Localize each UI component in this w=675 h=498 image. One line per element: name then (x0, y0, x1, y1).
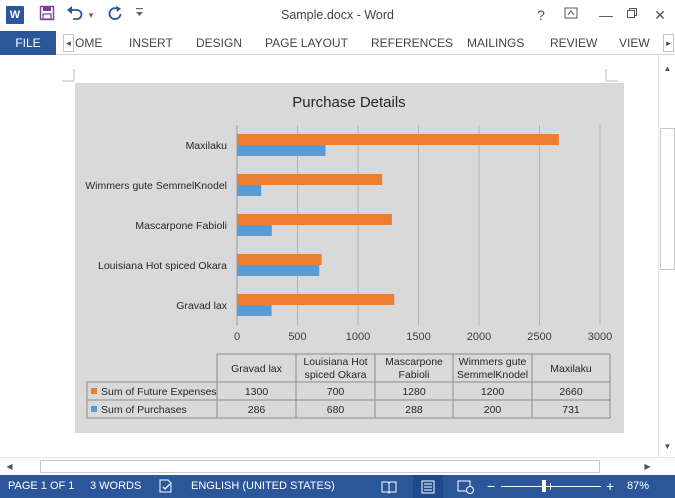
proofing-icon[interactable] (158, 475, 174, 498)
tab-design[interactable]: DESIGN (196, 31, 242, 55)
zoom-out-button[interactable]: − (487, 475, 495, 498)
print-layout-icon[interactable] (413, 475, 443, 498)
tab-references[interactable]: REFERENCES (371, 31, 453, 55)
table-cell: 731 (562, 404, 580, 416)
page-count[interactable]: PAGE 1 OF 1 (8, 475, 74, 498)
value-axis-tick-labels: 0 500 1000 1500 2000 2500 3000 (234, 331, 612, 343)
chart-svg: Purchase Details Gravad lax Louisiana Hot… (85, 94, 612, 419)
horizontal-scrollbar[interactable]: ◀ ▶ (0, 457, 675, 475)
bar-purchases[interactable] (237, 145, 326, 156)
ribbon-tabs: FILE ◂ OME INSERT DESIGN PAGE LAYOUT REF… (0, 31, 675, 55)
legend-entry: Sum of Purchases (101, 404, 187, 416)
minimize-button[interactable]: — (595, 5, 617, 25)
language[interactable]: ENGLISH (UNITED STATES) (191, 475, 335, 498)
category-label: Wimmers gute SemmelKnodel (85, 180, 227, 192)
table-cell: 2660 (559, 386, 583, 398)
tab-file[interactable]: FILE (0, 31, 56, 55)
chart-data-table: Gravad lax Louisiana Hot spiced Okara Masca… (86, 353, 611, 419)
scroll-down-icon[interactable]: ▼ (662, 441, 673, 452)
table-cell: 1300 (245, 386, 269, 398)
tab-scroll-right-button[interactable]: ▸ (663, 34, 674, 52)
help-button[interactable]: ? (530, 5, 552, 25)
zoom-slider-thumb[interactable] (542, 480, 546, 492)
x-tick-label: 1500 (406, 331, 430, 343)
scroll-up-icon[interactable]: ▲ (662, 63, 673, 74)
legend-key (91, 388, 97, 394)
chart-title: Purchase Details (292, 94, 405, 111)
table-header: Gravad lax (231, 363, 283, 375)
bar-purchases[interactable] (237, 305, 272, 316)
tab-review[interactable]: REVIEW (550, 31, 597, 55)
table-header: Louisiana Hot spiced Okara (303, 356, 367, 381)
bar-future-expenses[interactable] (237, 134, 559, 145)
category-label: Maxilaku (186, 140, 228, 152)
tab-scroll-left-button[interactable]: ◂ (63, 34, 74, 52)
close-button[interactable]: ✕ (649, 5, 671, 25)
vertical-scroll-thumb[interactable] (660, 128, 675, 270)
x-tick-label: 3000 (588, 331, 612, 343)
table-header: Maxilaku (550, 363, 592, 375)
purchase-details-chart[interactable]: Purchase Details Gravad lax Louisiana Hot… (75, 83, 624, 433)
bar-purchases[interactable] (237, 225, 272, 236)
tab-view[interactable]: VIEW (619, 31, 650, 55)
tab-insert[interactable]: INSERT (129, 31, 173, 55)
bar-purchases[interactable] (237, 265, 320, 276)
chart-bars (237, 134, 559, 316)
table-header: Wimmers gute SemmelKnodel (457, 356, 528, 381)
legend-entry: Sum of Future Expenses (101, 386, 217, 398)
status-bar: PAGE 1 OF 1 3 WORDS ENGLISH (UNITED STAT… (0, 475, 675, 498)
read-mode-icon[interactable] (381, 475, 397, 498)
horizontal-scroll-thumb[interactable] (40, 460, 600, 473)
zoom-in-button[interactable]: + (606, 475, 614, 498)
scroll-right-icon[interactable]: ▶ (642, 461, 653, 472)
table-cell: 288 (405, 404, 423, 416)
bar-future-expenses[interactable] (237, 214, 392, 225)
title-bar: W ▾ Sample.docx - Word ? — ✕ (0, 0, 675, 31)
table-header: Mascarpone Fabioli (385, 356, 443, 381)
category-label: Gravad lax (176, 300, 228, 312)
bar-future-expenses[interactable] (237, 174, 383, 185)
table-cell: 700 (327, 386, 345, 398)
table-cell: 286 (248, 404, 266, 416)
bar-future-expenses[interactable] (237, 254, 322, 265)
category-label: Louisiana Hot spiced Okara (98, 260, 227, 272)
tab-mailings[interactable]: MAILINGS (467, 31, 524, 55)
x-tick-label: 2500 (527, 331, 551, 343)
scroll-left-icon[interactable]: ◀ (4, 461, 15, 472)
tab-page-layout[interactable]: PAGE LAYOUT (265, 31, 348, 55)
word-count[interactable]: 3 WORDS (90, 475, 141, 498)
category-axis-labels: Gravad lax Louisiana Hot spiced Okara Masc… (85, 140, 228, 312)
bar-future-expenses[interactable] (237, 294, 395, 305)
table-cell: 1200 (481, 386, 505, 398)
table-cell: 200 (484, 404, 502, 416)
table-cell: 1280 (402, 386, 426, 398)
page-margin-marks (62, 69, 618, 82)
x-tick-label: 0 (234, 331, 240, 343)
bar-purchases[interactable] (237, 185, 262, 196)
ribbon-display-options-button[interactable] (560, 5, 582, 25)
x-tick-label: 2000 (467, 331, 491, 343)
zoom-slider-track[interactable] (501, 486, 601, 487)
x-tick-label: 1000 (346, 331, 370, 343)
web-layout-icon[interactable] (457, 475, 475, 498)
x-tick-label: 500 (288, 331, 306, 343)
table-cell: 680 (327, 404, 345, 416)
tab-home[interactable]: OME (75, 31, 102, 55)
legend-key (91, 406, 97, 412)
zoom-slider-center-mark (550, 483, 551, 490)
maximize-button[interactable] (621, 5, 643, 25)
vertical-scrollbar[interactable]: ▲ ▼ (658, 55, 675, 457)
category-label: Mascarpone Fabioli (135, 220, 227, 232)
zoom-level[interactable]: 87% (627, 475, 649, 498)
